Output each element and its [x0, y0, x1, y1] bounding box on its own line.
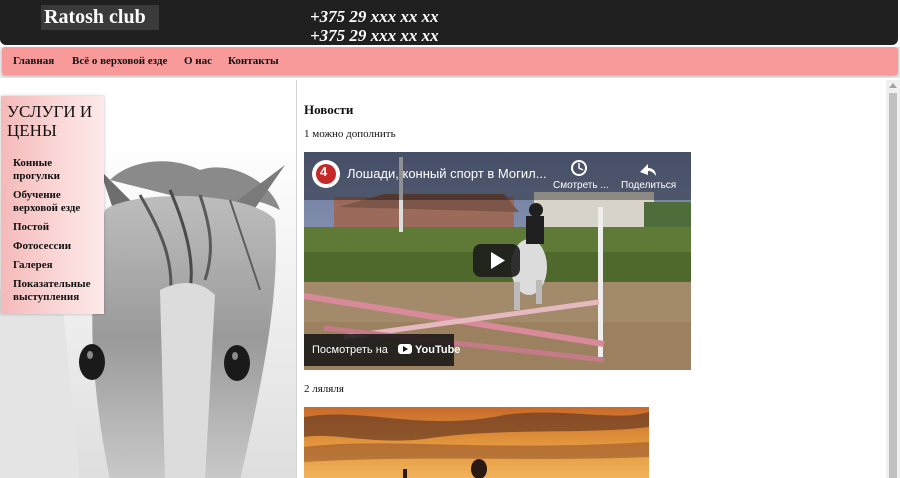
service-item-training[interactable]: Обучение верховой езде — [13, 189, 101, 215]
nav-wrapper: Главная Всё о верховой езде О нас Контак… — [0, 47, 900, 78]
service-item-gallery[interactable]: Галерея — [13, 259, 101, 272]
post-caption-1: 1 можно дополнить — [304, 128, 396, 140]
main-nav: Главная Всё о верховой езде О нас Контак… — [2, 47, 898, 75]
site-logo[interactable]: Ratosh club — [41, 5, 159, 30]
nav-item-contacts[interactable]: Контакты — [228, 55, 279, 68]
scroll-thumb[interactable] — [889, 93, 897, 478]
service-item-boarding[interactable]: Постой — [13, 221, 101, 234]
video-title[interactable]: Лошади, конный спорт в Могил... — [347, 166, 547, 181]
nav-item-home[interactable]: Главная — [13, 55, 54, 68]
main-content: Новости 1 можно дополнить 4 Лошади, конн… — [298, 80, 886, 478]
play-button[interactable] — [473, 244, 520, 277]
nav-item-about[interactable]: О нас — [184, 55, 212, 68]
phone-number-1: +375 29 xxx xx xx — [310, 7, 439, 26]
service-item-shows[interactable]: Показательные выступления — [13, 278, 101, 304]
youtube-video-embed[interactable]: 4 Лошади, конный спорт в Могил... Смотре… — [304, 152, 691, 370]
nav-item-riding[interactable]: Всё о верховой езде — [72, 55, 167, 68]
services-title: УСЛУГИ И ЦЕНЫ — [7, 102, 93, 140]
phone-number-2: +375 29 xxx xx xx — [310, 26, 439, 45]
channel-badge-text: 4 — [320, 164, 328, 179]
news-heading: Новости — [304, 102, 354, 117]
youtube-logo[interactable]: YouTube — [415, 344, 460, 356]
service-item-rides[interactable]: Конные прогулки — [13, 157, 101, 183]
page-scrollbar[interactable] — [886, 80, 900, 478]
left-column: УСЛУГИ И ЦЕНЫ Конные прогулки Обучение в… — [0, 80, 297, 478]
share-button[interactable]: Поделиться — [621, 180, 676, 191]
watch-on-youtube-label[interactable]: Посмотреть на — [312, 344, 388, 356]
site-header: Ratosh club +375 29 xxx xx xx +375 29 xx… — [0, 0, 900, 47]
sunset-photo — [304, 407, 649, 478]
service-item-photoshoots[interactable]: Фотосессии — [13, 240, 101, 253]
services-panel: УСЛУГИ И ЦЕНЫ Конные прогулки Обучение в… — [1, 96, 104, 314]
header-bar: Ratosh club +375 29 xxx xx xx +375 29 xx… — [0, 0, 898, 45]
watch-later-button[interactable]: Смотреть ... — [553, 180, 609, 191]
phone-numbers: +375 29 xxx xx xx +375 29 xxx xx xx — [310, 7, 439, 45]
scroll-up-arrow-icon[interactable] — [889, 83, 897, 88]
post-caption-2: 2 ляляля — [304, 383, 344, 395]
